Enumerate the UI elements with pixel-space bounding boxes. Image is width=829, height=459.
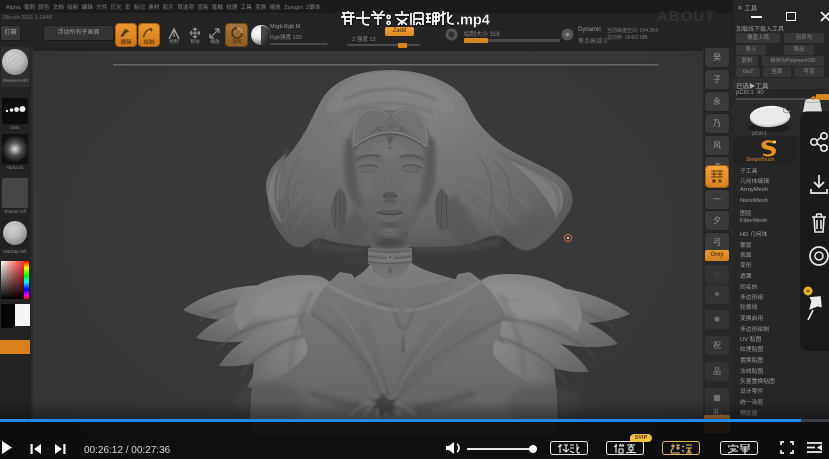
svg-text:.mp4: .mp4 (456, 13, 490, 29)
